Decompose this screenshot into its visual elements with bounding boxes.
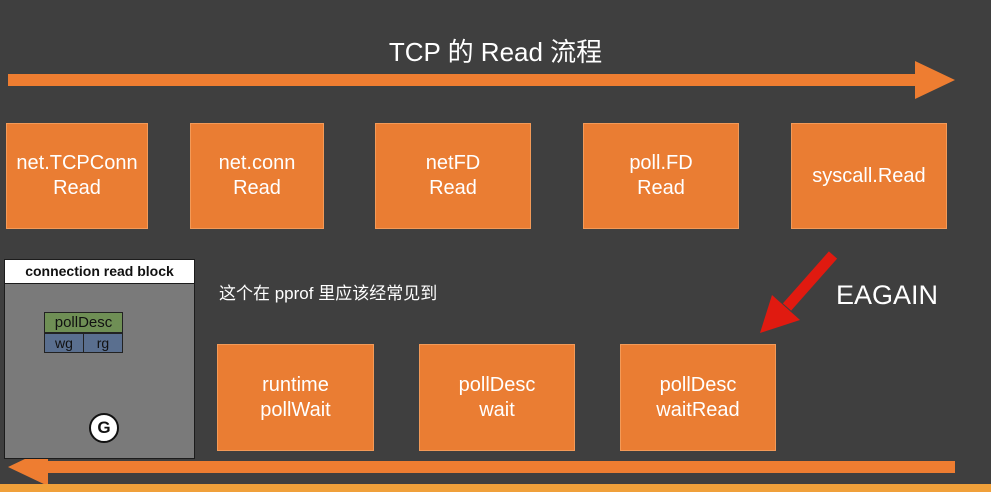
- box-label-line1: net.TCPConn: [16, 152, 138, 174]
- box-label-line1: poll.FD: [629, 152, 693, 174]
- goroutine-icon: G: [89, 413, 119, 443]
- net-tcpconn-read-box: net.TCPConn Read: [6, 123, 148, 229]
- eagain-label: EAGAIN: [836, 280, 939, 310]
- box-label-line1: runtime: [262, 373, 329, 396]
- box-label-line2: Read: [637, 177, 685, 199]
- box-label-line2: Read: [429, 177, 477, 199]
- box-label-line2: waitRead: [656, 398, 740, 421]
- box-label-line1: net.conn: [218, 152, 296, 174]
- netfd-read-box: netFD Read: [375, 123, 531, 229]
- rg-field: rg: [83, 333, 123, 353]
- poll-fd-read-box: poll.FD Read: [583, 123, 739, 229]
- panel-title: connection read block: [5, 260, 194, 284]
- box-label-line1: pollDesc: [659, 373, 737, 396]
- box-label-line1: netFD: [425, 152, 481, 174]
- syscall-read-box: syscall.Read: [791, 123, 947, 229]
- polldesc-waitread-box: pollDesc waitRead: [620, 344, 776, 451]
- net-conn-read-box: net.conn Read: [190, 123, 324, 229]
- polldesc-struct: pollDesc: [44, 312, 123, 333]
- polldesc-wait-box: pollDesc wait: [419, 344, 575, 451]
- box-label-line2: pollWait: [260, 398, 331, 421]
- page-title: TCP 的 Read 流程: [388, 37, 603, 67]
- runtime-pollwait-box: runtime pollWait: [217, 344, 374, 451]
- box-label-line2: Read: [53, 177, 101, 199]
- box-label-line1: syscall.Read: [812, 164, 926, 187]
- eagain-arrow: [760, 251, 838, 333]
- pprof-note: 这个在 pprof 里应该经常见到: [219, 284, 438, 303]
- box-label-line2: Read: [233, 177, 281, 199]
- wg-field: wg: [44, 333, 84, 353]
- box-label-line2: wait: [479, 398, 515, 421]
- connection-read-block-panel: connection read block pollDesc wg rg G: [4, 259, 195, 459]
- bottom-accent-strip: [0, 484, 991, 492]
- box-label-line1: pollDesc: [458, 373, 536, 396]
